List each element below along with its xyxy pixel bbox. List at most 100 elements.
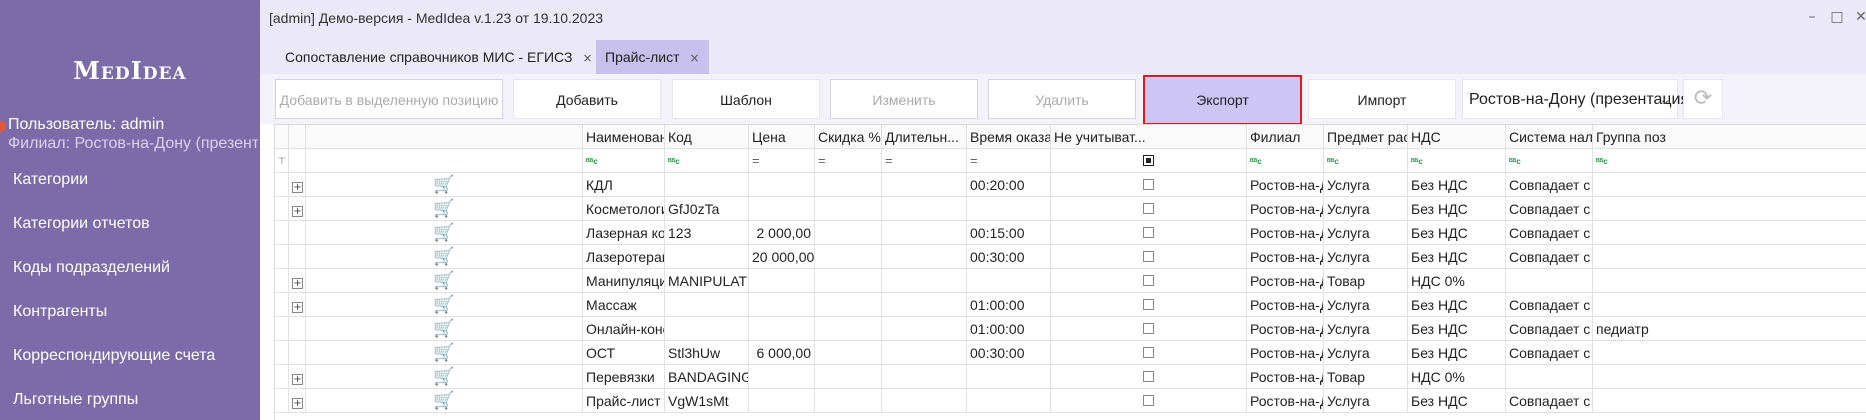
filter-code[interactable]: ᴮᴮc bbox=[665, 149, 749, 173]
cell-subject[interactable]: Услуга bbox=[1324, 245, 1408, 269]
cell-time[interactable] bbox=[967, 365, 1051, 389]
not-count-checkbox[interactable] bbox=[1143, 227, 1154, 238]
cell-subject[interactable]: Услуга bbox=[1324, 389, 1408, 413]
cell-subject[interactable]: Услуга bbox=[1324, 221, 1408, 245]
cell-vat[interactable]: Без НДС bbox=[1408, 245, 1506, 269]
expand-icon[interactable]: + bbox=[292, 278, 303, 289]
cell-duration[interactable] bbox=[882, 197, 967, 221]
cell-discount[interactable] bbox=[815, 221, 882, 245]
cell-code[interactable] bbox=[665, 293, 749, 317]
table-row[interactable]: + 🛒 Косметология 2023 - Домашний уходGfJ0z… bbox=[275, 197, 1866, 221]
filter-tax[interactable]: ᴮᴮc bbox=[1506, 149, 1593, 173]
cell-not-count[interactable] bbox=[1051, 245, 1247, 269]
add-button[interactable]: Добавить bbox=[513, 79, 661, 119]
cell-branch[interactable]: Ростов-на-Дону (презентация) bbox=[1247, 173, 1324, 197]
cell-duration[interactable] bbox=[882, 389, 967, 413]
cell-group[interactable] bbox=[1593, 341, 1866, 365]
column-header-group[interactable]: Группа поз bbox=[1593, 125, 1866, 149]
filter-not-count[interactable] bbox=[1051, 149, 1247, 173]
filter-time[interactable]: = bbox=[967, 149, 1051, 173]
add-to-selected-button[interactable]: Добавить в выделенную позицию bbox=[275, 79, 503, 119]
cell-price[interactable]: 20 000,00 bbox=[749, 245, 815, 269]
cell-tax[interactable]: Совпадает с ККТ bbox=[1506, 389, 1593, 413]
cell-tax[interactable]: Совпадает с ККТ bbox=[1506, 173, 1593, 197]
cell-time[interactable]: 01:00:00 bbox=[967, 293, 1051, 317]
cell-duration[interactable] bbox=[882, 365, 967, 389]
close-icon[interactable]: ✕ bbox=[1850, 6, 1866, 28]
cell-discount[interactable] bbox=[815, 173, 882, 197]
cell-name[interactable]: Косметология 2023 - Домашний уход bbox=[583, 197, 665, 221]
filter-price[interactable]: = bbox=[749, 149, 815, 173]
table-row[interactable]: 🛒 Онлайн-консультация 01:00:00 Ростов-на-До… bbox=[275, 317, 1866, 341]
cell-price[interactable] bbox=[749, 317, 815, 341]
cell-duration[interactable] bbox=[882, 293, 967, 317]
cell-vat[interactable]: НДС 0% bbox=[1408, 365, 1506, 389]
cell-subject[interactable]: Услуга bbox=[1324, 341, 1408, 365]
cell-branch[interactable]: Ростов-на-Дону (презентация) bbox=[1247, 317, 1324, 341]
cell-name[interactable]: Перевязки bbox=[583, 365, 665, 389]
cell-code[interactable]: BANDAGING bbox=[665, 365, 749, 389]
cell-name[interactable]: ОСТ bbox=[583, 341, 665, 365]
column-header-duration[interactable]: Длительн... bbox=[882, 125, 967, 149]
cell-price[interactable] bbox=[749, 173, 815, 197]
cell-vat[interactable]: Без НДС bbox=[1408, 389, 1506, 413]
cell-tax[interactable]: Совпадает с ККТ bbox=[1506, 317, 1593, 341]
cell-vat[interactable]: Без НДС bbox=[1408, 197, 1506, 221]
cell-subject[interactable]: Товар bbox=[1324, 365, 1408, 389]
column-header-not-count[interactable]: Не учитыват... bbox=[1051, 125, 1247, 149]
cell-branch[interactable]: Ростов-на-Дону (презентация) bbox=[1247, 365, 1324, 389]
table-row[interactable]: + 🛒 ПеревязкиBANDAGING Ростов-на-Дону (през… bbox=[275, 365, 1866, 389]
cell-branch[interactable]: Ростов-на-Дону (презентация) bbox=[1247, 221, 1324, 245]
filter-checkbox[interactable] bbox=[1143, 155, 1154, 166]
cell-code[interactable]: GfJ0zTa bbox=[665, 197, 749, 221]
not-count-checkbox[interactable] bbox=[1143, 323, 1154, 334]
cell-not-count[interactable] bbox=[1051, 317, 1247, 341]
cell-branch[interactable]: Ростов-на-Дону (презентация) bbox=[1247, 389, 1324, 413]
cell-vat[interactable]: Без НДС bbox=[1408, 341, 1506, 365]
branch-select[interactable]: Ростов-на-Дону (презентация) +3 ⌄ bbox=[1462, 79, 1717, 119]
cell-not-count[interactable] bbox=[1051, 293, 1247, 317]
column-header-vat[interactable]: НДС bbox=[1408, 125, 1506, 149]
cell-group[interactable] bbox=[1593, 269, 1866, 293]
cell-not-count[interactable] bbox=[1051, 221, 1247, 245]
table-row[interactable]: 🛒 Лазерная коагуляция вен1232 000,00 00:15… bbox=[275, 221, 1866, 245]
sidebar-item-categories[interactable]: Категории bbox=[0, 158, 260, 202]
not-count-checkbox[interactable] bbox=[1143, 371, 1154, 382]
cell-branch[interactable]: Ростов-на-Дону (презентация) bbox=[1247, 269, 1324, 293]
not-count-checkbox[interactable] bbox=[1143, 347, 1154, 358]
template-button[interactable]: Шаблон bbox=[672, 79, 820, 119]
not-count-checkbox[interactable] bbox=[1143, 251, 1154, 262]
cell-subject[interactable]: Услуга bbox=[1324, 317, 1408, 341]
cell-group[interactable] bbox=[1593, 245, 1866, 269]
filter-vat[interactable]: ᴮᴮc bbox=[1408, 149, 1506, 173]
cell-group[interactable] bbox=[1593, 293, 1866, 317]
cell-price[interactable]: 2 000,00 bbox=[749, 221, 815, 245]
cell-duration[interactable] bbox=[882, 317, 967, 341]
column-header-tax[interactable]: Система налого... bbox=[1506, 125, 1593, 149]
cell-not-count[interactable] bbox=[1051, 269, 1247, 293]
column-header-discount[interactable]: Скидка %... bbox=[815, 125, 882, 149]
cell-discount[interactable] bbox=[815, 197, 882, 221]
cell-price[interactable] bbox=[749, 293, 815, 317]
cell-price[interactable] bbox=[749, 269, 815, 293]
cell-vat[interactable]: НДС 0% bbox=[1408, 269, 1506, 293]
cell-branch[interactable]: Ростов-на-Дону (презентация) bbox=[1247, 245, 1324, 269]
cell-price[interactable] bbox=[749, 197, 815, 221]
filter-icon[interactable]: ⊤ bbox=[275, 149, 289, 173]
close-tab-icon[interactable]: × bbox=[690, 51, 700, 65]
cell-time[interactable] bbox=[967, 269, 1051, 293]
sidebar-item-report-categories[interactable]: Категории отчетов bbox=[0, 202, 260, 246]
close-tab-icon[interactable]: × bbox=[582, 51, 592, 65]
cell-duration[interactable] bbox=[882, 221, 967, 245]
cell-subject[interactable]: Услуга bbox=[1324, 293, 1408, 317]
cell-branch[interactable]: Ростов-на-Дону (презентация) bbox=[1247, 197, 1324, 221]
cell-vat[interactable]: Без НДС bbox=[1408, 317, 1506, 341]
column-header-name[interactable]: Наименование bbox=[583, 125, 665, 149]
filter-branch[interactable]: ᴮᴮc bbox=[1247, 149, 1324, 173]
filter-name[interactable]: ᴮᴮc bbox=[583, 149, 665, 173]
cell-time[interactable]: 01:00:00 bbox=[967, 317, 1051, 341]
sidebar-item-department-codes[interactable]: Коды подразделений bbox=[0, 246, 260, 290]
sidebar-item-privileged-groups[interactable]: Льготные группы bbox=[0, 378, 260, 420]
expand-icon[interactable]: + bbox=[292, 398, 303, 409]
cell-price[interactable] bbox=[749, 389, 815, 413]
